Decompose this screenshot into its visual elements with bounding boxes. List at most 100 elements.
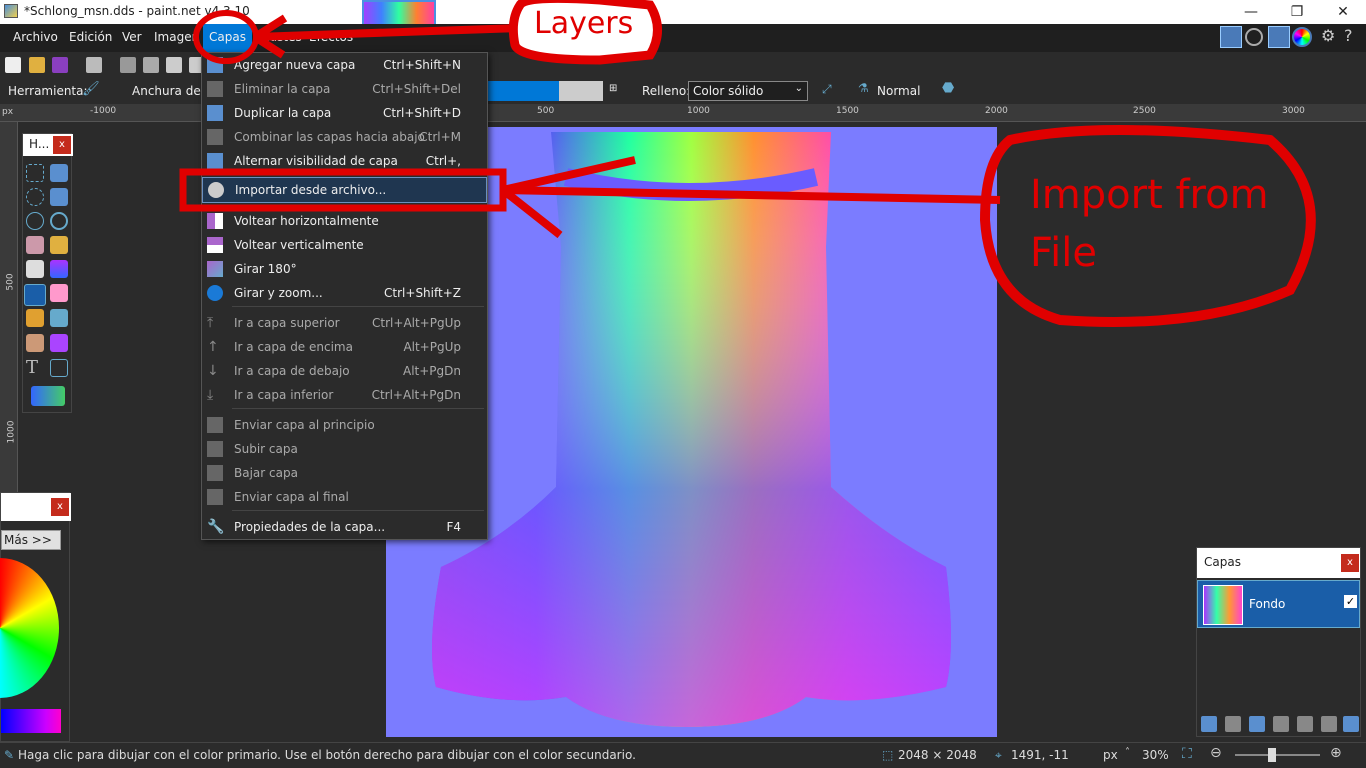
layers-toggle-icon[interactable]: [1268, 26, 1290, 48]
delete-layer-icon[interactable]: [1225, 716, 1241, 732]
paintbrush-icon[interactable]: 🖌: [82, 81, 100, 97]
hardness-slider-fill[interactable]: [487, 81, 559, 101]
move-selection-icon[interactable]: [50, 164, 68, 182]
magic-wand-icon[interactable]: [26, 236, 44, 254]
copy-icon[interactable]: [143, 57, 159, 73]
menu-item-import-from-file[interactable]: Importar desde archivo...: [202, 177, 487, 203]
fill-select[interactable]: Color sólido ⌄: [688, 81, 808, 101]
merge-down-icon[interactable]: [1273, 716, 1289, 732]
zoom-slider-thumb[interactable]: [1268, 748, 1276, 762]
help-icon[interactable]: ?: [1344, 26, 1353, 45]
menu-item-label: Ir a capa de debajo: [234, 364, 350, 378]
pencil-icon[interactable]: [26, 309, 44, 327]
open-file-icon[interactable]: [29, 57, 45, 73]
menu-item-merge-down[interactable]: Combinar las capas hacia abajo Ctrl+M: [202, 125, 487, 149]
lasso-select-icon[interactable]: [26, 188, 44, 206]
close-button[interactable]: ✕: [1320, 0, 1366, 24]
move-selected-icon[interactable]: [50, 188, 68, 206]
pointer-icon: ⌖: [995, 748, 1002, 762]
add-layer-icon[interactable]: [1201, 716, 1217, 732]
line-curve-icon[interactable]: [50, 359, 68, 377]
duplicate-layer-icon[interactable]: [1249, 716, 1265, 732]
color-wheel[interactable]: [0, 558, 59, 698]
alpha-blend-icon[interactable]: ⬣: [942, 80, 954, 96]
units-select[interactable]: px: [1103, 748, 1118, 762]
menu-item-add-layer[interactable]: Agregar nueva capa Ctrl+Shift+N: [202, 53, 487, 77]
menu-item-go-bottom[interactable]: ⤓ Ir a capa inferior Ctrl+Alt+PgDn: [202, 383, 487, 407]
menu-item-flip-horizontal[interactable]: Voltear horizontalmente: [202, 209, 487, 233]
more-colors-button[interactable]: Más >>: [1, 530, 61, 550]
paste-icon[interactable]: [166, 57, 182, 73]
paintbrush-tool-icon[interactable]: [24, 284, 46, 306]
history-toggle-icon[interactable]: [1245, 28, 1263, 46]
menu-item-duplicate-layer[interactable]: Duplicar la capa Ctrl+Shift+D: [202, 101, 487, 125]
menu-imagen[interactable]: Imagen: [154, 30, 199, 44]
layer-row[interactable]: Fondo ✓: [1197, 580, 1360, 628]
color-picker-icon[interactable]: [50, 309, 68, 327]
eraser-icon[interactable]: [50, 284, 68, 302]
settings-icon[interactable]: ⚙: [1321, 26, 1335, 45]
zoom-to-window-icon[interactable]: ⛶: [1182, 746, 1192, 762]
menu-item-label: Subir capa: [234, 442, 298, 456]
menu-item-go-down[interactable]: ↓ Ir a capa de debajo Alt+PgDn: [202, 359, 487, 383]
zoom-in-icon[interactable]: ⊕: [1330, 745, 1342, 761]
menu-item-flip-vertical[interactable]: Voltear verticalmente: [202, 233, 487, 257]
clone-stamp-icon[interactable]: [26, 334, 44, 352]
layer-visibility-checkbox[interactable]: ✓: [1344, 595, 1357, 608]
layer-properties-icon[interactable]: [1343, 716, 1359, 732]
tools-toggle-icon[interactable]: [1220, 26, 1242, 48]
paint-bucket-icon[interactable]: [26, 260, 44, 278]
menu-item-rotate-zoom[interactable]: Girar y zoom... Ctrl+Shift+Z: [202, 281, 487, 305]
menu-item-go-top[interactable]: ⤒ Ir a capa superior Ctrl+Alt+PgUp: [202, 311, 487, 335]
palette-swatches[interactable]: [1, 709, 61, 733]
menu-item-shortcut: Alt+PgDn: [402, 364, 461, 378]
zoom-slider-track[interactable]: [1235, 754, 1320, 756]
minimize-button[interactable]: —: [1228, 0, 1274, 24]
close-icon[interactable]: x: [1341, 554, 1359, 572]
menu-item-rotate-180[interactable]: Girar 180°: [202, 257, 487, 281]
menu-item-send-bottom[interactable]: Enviar capa al final: [202, 485, 487, 509]
print-icon[interactable]: [86, 57, 102, 73]
menu-item-layer-properties[interactable]: 🔧 Propiedades de la capa... F4: [202, 515, 487, 539]
new-file-icon[interactable]: [5, 57, 21, 73]
text-icon[interactable]: T: [26, 359, 44, 377]
rectangle-select-icon[interactable]: [26, 164, 44, 182]
move-down-icon[interactable]: [1321, 716, 1337, 732]
menu-ver[interactable]: Ver: [122, 30, 142, 44]
gradient-icon[interactable]: [50, 260, 68, 278]
menu-archivo[interactable]: Archivo: [13, 30, 58, 44]
slider-add-icon[interactable]: ⊞: [609, 83, 617, 94]
antialias-icon[interactable]: ⤢: [822, 82, 832, 97]
menu-item-delete-layer[interactable]: Eliminar la capa Ctrl+Shift+Del: [202, 77, 487, 101]
menu-capas[interactable]: Capas: [203, 24, 252, 52]
recolor-icon[interactable]: [50, 334, 68, 352]
menu-edicion[interactable]: Edición: [69, 30, 112, 44]
save-icon[interactable]: [52, 57, 68, 73]
menu-item-send-top[interactable]: Enviar capa al principio: [202, 413, 487, 437]
shapes-icon[interactable]: [31, 386, 65, 406]
cut-icon[interactable]: [120, 57, 136, 73]
zoom-level[interactable]: 30%: [1142, 748, 1169, 762]
menu-item-go-up[interactable]: ↑ Ir a capa de encima Alt+PgUp: [202, 335, 487, 359]
close-icon[interactable]: x: [53, 136, 71, 154]
move-up-icon[interactable]: [1297, 716, 1313, 732]
pan-icon[interactable]: [50, 236, 68, 254]
menu-item-toggle-visibility[interactable]: Alternar visibilidad de capa Ctrl+,: [202, 149, 487, 173]
menu-ajustes[interactable]: Ajustes: [258, 30, 302, 44]
zoom-icon[interactable]: [50, 212, 68, 230]
ellipse-select-icon[interactable]: [26, 212, 44, 230]
menu-item-move-down[interactable]: Bajar capa: [202, 461, 487, 485]
restore-button[interactable]: ❐: [1274, 0, 1320, 24]
hardness-slider-track[interactable]: [559, 81, 603, 101]
colors-toggle-icon[interactable]: [1292, 27, 1312, 47]
zoom-out-icon[interactable]: ⊖: [1210, 745, 1222, 761]
menu-item-move-up[interactable]: Subir capa: [202, 437, 487, 461]
ruler-tick: -1000: [90, 106, 117, 116]
title-bar: *Schlong_msn.dds - paint.net v4.3.10 ⌄ —…: [0, 0, 1366, 50]
close-icon[interactable]: x: [51, 498, 69, 516]
app-icon: [4, 4, 18, 18]
chevron-up-icon[interactable]: ˄: [1125, 747, 1130, 758]
blend-mode-value[interactable]: Normal: [877, 84, 920, 98]
menu-efectos[interactable]: Efectos: [309, 30, 353, 44]
move-up-icon: [207, 441, 223, 457]
